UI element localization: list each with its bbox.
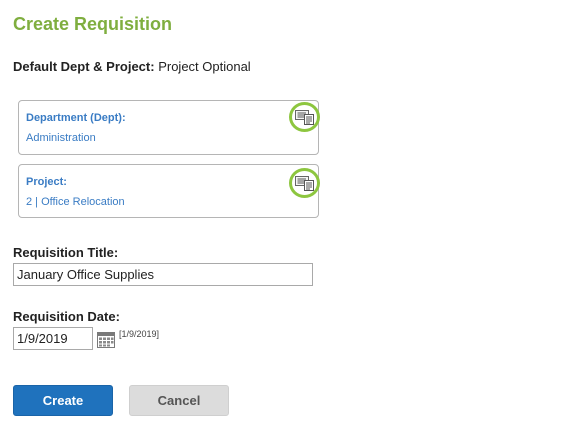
- requisition-title-label: Requisition Title:: [13, 245, 119, 260]
- cancel-button[interactable]: Cancel: [129, 385, 229, 416]
- page-title: Create Requisition: [13, 14, 173, 34]
- lookup-list-icon: [294, 176, 314, 191]
- project-card: Project: 2 | Office Relocation: [18, 164, 320, 218]
- department-card: Department (Dept): Administration: [18, 100, 320, 155]
- default-dept-project-label: Default Dept & Project:: [13, 59, 155, 74]
- department-lookup-button[interactable]: [289, 102, 320, 132]
- calendar-icon[interactable]: [97, 331, 115, 348]
- create-button[interactable]: Create: [13, 385, 113, 416]
- department-value[interactable]: Administration: [26, 132, 96, 144]
- project-label: Project:: [26, 176, 67, 188]
- project-lookup-button[interactable]: [289, 168, 320, 198]
- department-label: Department (Dept):: [26, 112, 126, 124]
- requisition-date-hint: [1/9/2019]: [119, 329, 160, 339]
- default-dept-project-value: Project Optional: [158, 59, 251, 74]
- project-value[interactable]: 2 | Office Relocation: [26, 196, 125, 208]
- lookup-list-icon: [294, 110, 314, 125]
- default-dept-project: Default Dept & Project: Project Optional: [13, 59, 251, 74]
- requisition-date-label: Requisition Date:: [13, 309, 120, 324]
- requisition-date-input[interactable]: [13, 327, 93, 350]
- requisition-title-input[interactable]: [13, 263, 313, 286]
